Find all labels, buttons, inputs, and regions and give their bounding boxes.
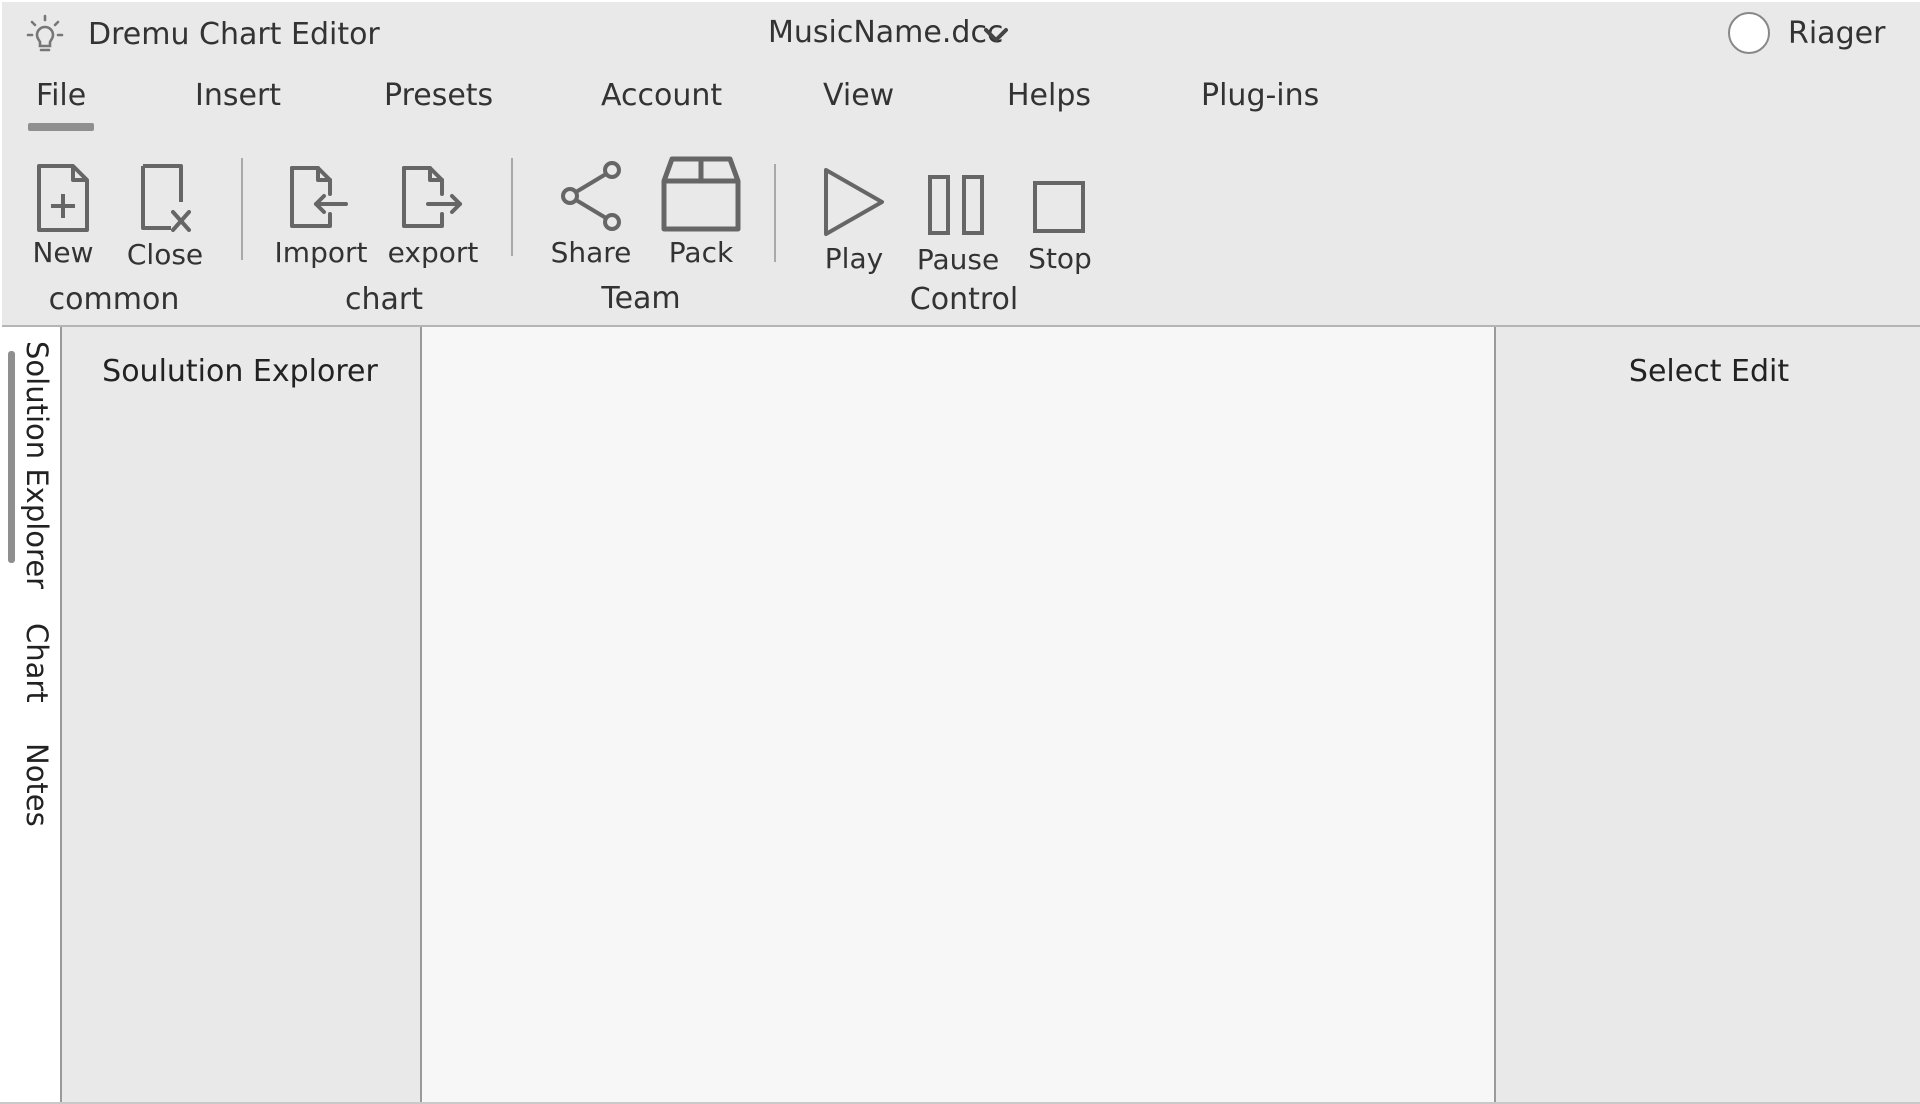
ribbon-divider bbox=[774, 164, 776, 262]
pause-button-label: Pause bbox=[916, 243, 1000, 276]
group-label-common: common bbox=[48, 282, 180, 317]
stop-icon bbox=[1033, 181, 1085, 233]
side-tab-notes[interactable]: Notes bbox=[20, 743, 54, 827]
side-tab-solution-explorer[interactable]: Solution Explorer bbox=[20, 341, 54, 589]
import-button-label: Import bbox=[274, 236, 368, 269]
menu-plug-ins[interactable]: Plug-ins bbox=[1201, 78, 1319, 113]
active-tab-indicator bbox=[8, 351, 15, 563]
select-edit-title: Select Edit bbox=[1628, 354, 1790, 389]
export-button-label: export bbox=[387, 236, 479, 269]
solution-explorer-panel: Soulution Explorer bbox=[62, 327, 422, 1104]
ribbon-divider bbox=[511, 158, 513, 256]
menu-file[interactable]: File bbox=[27, 78, 95, 131]
select-edit-panel: Select Edit bbox=[1494, 327, 1920, 1104]
chevron-down-icon[interactable] bbox=[982, 24, 1010, 46]
top-chrome: Dremu Chart Editor MusicName.dcc Riager … bbox=[2, 2, 1920, 327]
pause-icon bbox=[928, 175, 984, 235]
new-button-label: New bbox=[32, 236, 94, 269]
side-tab-rail: Solution Explorer Chart Notes bbox=[2, 327, 62, 1104]
file-name[interactable]: MusicName.dcc bbox=[768, 15, 1003, 50]
solution-explorer-title: Soulution Explorer bbox=[102, 354, 378, 389]
group-label-control: Control bbox=[909, 282, 1019, 317]
ribbon-divider bbox=[241, 158, 243, 260]
new-file-icon bbox=[37, 164, 89, 232]
title-bar: Dremu Chart Editor MusicName.dcc Riager bbox=[2, 2, 1920, 66]
stop-button-label: Stop bbox=[1028, 242, 1092, 275]
menu-helps[interactable]: Helps bbox=[1007, 78, 1091, 113]
menu-insert[interactable]: Insert bbox=[195, 78, 281, 113]
close-file-icon bbox=[141, 164, 191, 232]
menu-bar: File Insert Presets Account View Helps P… bbox=[2, 66, 1920, 131]
close-button-label: Close bbox=[126, 238, 204, 271]
menu-account[interactable]: Account bbox=[601, 78, 722, 113]
pack-button-label: Pack bbox=[668, 236, 734, 269]
app-title: Dremu Chart Editor bbox=[88, 17, 380, 52]
share-icon bbox=[561, 161, 621, 231]
menu-presets[interactable]: Presets bbox=[384, 78, 493, 113]
export-icon bbox=[402, 166, 462, 228]
user-name[interactable]: Riager bbox=[1788, 16, 1885, 51]
lightbulb-icon bbox=[26, 14, 64, 52]
import-icon bbox=[290, 166, 348, 228]
menu-view[interactable]: View bbox=[823, 78, 894, 113]
side-tab-chart[interactable]: Chart bbox=[20, 623, 54, 703]
group-label-team: Team bbox=[601, 281, 681, 316]
play-icon bbox=[824, 168, 884, 236]
group-label-chart: chart bbox=[345, 282, 423, 317]
ribbon: New Close common Import export chart Sha… bbox=[2, 130, 1920, 325]
package-icon bbox=[661, 156, 741, 232]
user-avatar[interactable] bbox=[1728, 12, 1770, 54]
play-button-label: Play bbox=[824, 242, 884, 275]
chart-canvas[interactable] bbox=[422, 327, 1494, 1104]
share-button-label: Share bbox=[550, 236, 632, 269]
app-window: Dremu Chart Editor MusicName.dcc Riager … bbox=[0, 0, 1920, 1104]
